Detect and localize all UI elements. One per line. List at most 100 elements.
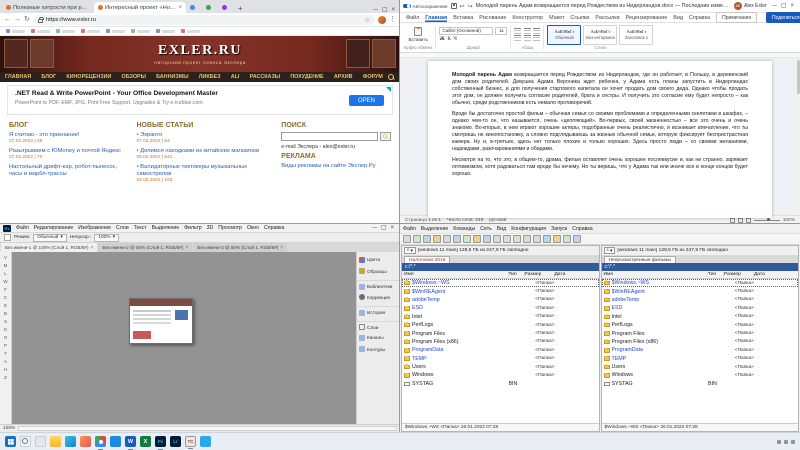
site-search-input[interactable] [281, 132, 378, 141]
toolbar-icon[interactable] [543, 235, 551, 243]
ribbon-tab[interactable]: Файл [406, 13, 419, 22]
browser-tab-active[interactable]: Интересный проект «Новост… × [94, 2, 186, 13]
maximize-button[interactable]: ▢ [381, 225, 387, 231]
menu-item[interactable]: Текст [134, 225, 147, 231]
blog-link[interactable]: Настольный дрифт-кар, робот-пылесос, час… [9, 164, 124, 178]
opacity-select[interactable]: 100%▾ [94, 234, 119, 242]
style-chip[interactable]: АаБбВвГг Без интервала [583, 25, 617, 45]
menu-item[interactable]: Выделение [421, 226, 449, 232]
tool-button[interactable]: E [1, 302, 10, 309]
forward-icon[interactable]: → [14, 16, 21, 23]
photoshop-taskbar-icon[interactable]: Ps [155, 436, 166, 447]
menu-item[interactable]: Редактирование [34, 225, 74, 231]
close-button[interactable]: × [390, 225, 394, 231]
tab-close-icon[interactable]: × [280, 245, 283, 251]
menu-item[interactable]: Запуск [551, 226, 567, 232]
tray-icon[interactable] [791, 440, 795, 444]
minimize-button[interactable]: ─ [373, 225, 377, 231]
align-center-icon[interactable] [524, 35, 531, 41]
format-button[interactable]: К [447, 36, 451, 42]
chrome-icon[interactable] [95, 436, 106, 447]
print-layout-icon[interactable] [738, 218, 743, 223]
file-row[interactable]: Program Files (x86) <Папка> [602, 338, 799, 346]
format-button[interactable]: Ч [453, 36, 457, 42]
read-mode-icon[interactable] [730, 218, 735, 223]
user-account[interactable]: AEAlex Exler [734, 2, 767, 10]
site-nav-link[interactable]: АРХИВ [334, 74, 353, 80]
ribbon-tab[interactable]: Рецензирование [626, 13, 668, 22]
panel-button[interactable]: Коррекция [357, 292, 400, 304]
file-row[interactable]: Users <Папка> [402, 363, 599, 371]
toolbar-icon[interactable] [413, 235, 421, 243]
site-nav-link[interactable]: ОБЗОРЫ [122, 74, 146, 80]
menu-item[interactable]: Слои [116, 225, 129, 231]
tool-button[interactable]: W [1, 278, 10, 285]
file-row[interactable]: ESD <Папка> [602, 304, 799, 312]
drive-select[interactable]: c▾ [404, 247, 416, 254]
autosave-toggle[interactable]: Автосохранение [403, 4, 448, 9]
document-page[interactable]: Молодой парень Адам возвращается перед Р… [428, 61, 772, 218]
canvas-image[interactable] [129, 298, 193, 344]
file-row[interactable]: $Windows.~WS <Папка> [402, 279, 599, 287]
toolbar-icon[interactable] [423, 235, 431, 243]
menu-item[interactable]: Выделение [152, 225, 180, 231]
panel-button[interactable]: Библиотеки [357, 280, 400, 292]
file-row[interactable]: ProgramData <Папка> [602, 346, 799, 354]
scrollbar-thumb[interactable] [797, 60, 800, 94]
comments-button[interactable]: Примечания [716, 12, 757, 23]
tool-button[interactable]: L [1, 270, 10, 277]
ribbon-tab[interactable]: Главная [425, 13, 447, 22]
page-indicator[interactable]: Страница 1 из 1 [405, 218, 441, 223]
zoom-indicator[interactable]: 100% [3, 426, 15, 431]
ads-link[interactable]: Виды рекламы на сайте Экслер.Ру [281, 163, 391, 170]
toolbar-icon[interactable] [433, 235, 441, 243]
lightroom-taskbar-icon[interactable]: Lr [170, 436, 181, 447]
toolbar-icon[interactable] [483, 235, 491, 243]
tool-button[interactable]: V [1, 254, 10, 261]
close-button[interactable]: × [790, 3, 794, 9]
ribbon-tab[interactable]: Ссылки [570, 13, 589, 22]
menu-item[interactable]: Окно [247, 225, 259, 231]
telegram-taskbar-icon[interactable] [200, 436, 211, 447]
site-nav-link[interactable]: БЛОГ [41, 74, 56, 80]
edge-icon[interactable] [65, 436, 76, 447]
panel-button[interactable]: Контуры [357, 344, 400, 356]
ribbon-tab[interactable]: Рассылки [595, 13, 619, 22]
column-header-type[interactable]: Тип [509, 272, 525, 277]
menu-item[interactable]: Справка [264, 225, 284, 231]
tool-button[interactable]: B [1, 310, 10, 317]
site-logo-block[interactable]: EXLER.RU Авторский проект Алекса Экслера [154, 43, 246, 65]
bookmark-item[interactable] [131, 29, 150, 33]
toolbar-icon[interactable] [563, 235, 571, 243]
site-search-button[interactable] [380, 132, 391, 141]
tray-icon[interactable] [784, 440, 788, 444]
font-size-select[interactable]: 11 [495, 27, 507, 35]
mail-icon[interactable] [110, 436, 121, 447]
style-chip[interactable]: АаБбВвГг Обычный [547, 25, 581, 45]
tray-icon[interactable] [777, 440, 781, 444]
file-row[interactable]: Program Files <Папка> [402, 329, 599, 337]
word-taskbar-icon[interactable]: W [125, 436, 136, 447]
document-tab[interactable]: Без имени-2 @ 50% (Слой 1, RGB/8#) × [98, 243, 192, 252]
browser-tab[interactable]: Полезные хитрости при раб… [2, 2, 94, 13]
style-chip[interactable]: АаБбВвГг Заголовок 1 [619, 25, 653, 45]
taskbar-search-button[interactable] [20, 436, 31, 447]
file-row[interactable]: PerfLogs <Папка> [402, 321, 599, 329]
profile-avatar[interactable] [378, 16, 386, 24]
file-explorer-icon[interactable] [50, 436, 61, 447]
tool-button[interactable]: S [1, 318, 10, 325]
toolbar-icon[interactable] [503, 235, 511, 243]
document-tab[interactable]: Без имени-3 @ 50% (Слой 1, RGB/8#) × [193, 243, 287, 252]
file-row[interactable]: TEMP <Папка> [402, 355, 599, 363]
file-row[interactable]: $WinREAgent <Папка> [402, 287, 599, 295]
toolbar-icon[interactable] [573, 235, 581, 243]
adchoices-icon[interactable] [386, 87, 391, 92]
menu-item[interactable]: Команды [453, 226, 475, 232]
scrollbar[interactable] [796, 58, 800, 215]
back-icon[interactable]: ← [4, 16, 11, 23]
bookmark-item[interactable] [156, 29, 175, 33]
address-bar[interactable]: https://www.exler.ru ☆ [33, 15, 375, 25]
font-name-select[interactable]: Calibri (Основной) [439, 27, 493, 35]
format-button[interactable]: Ж [439, 36, 444, 42]
bookmark-item[interactable] [6, 29, 25, 33]
